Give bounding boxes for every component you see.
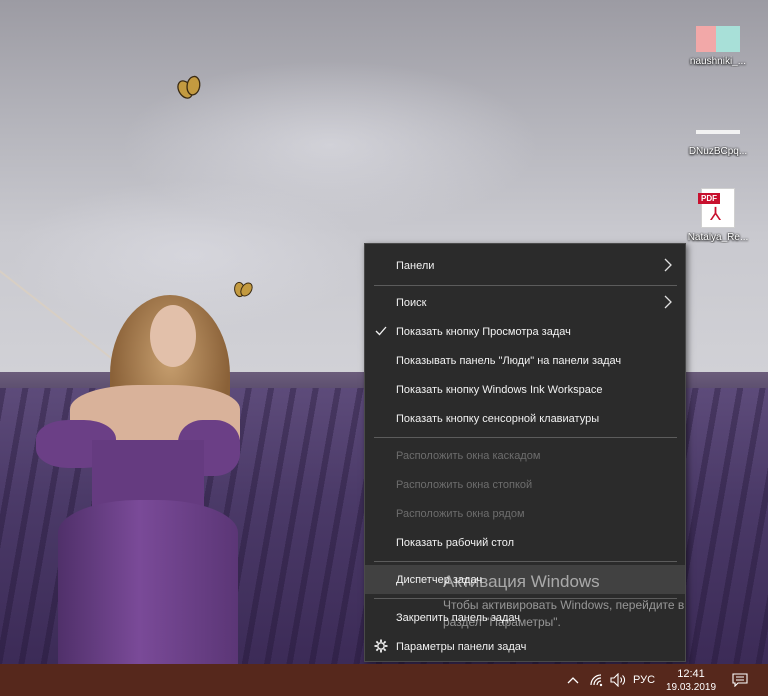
desktop-icon-label: Natalya_Re... [687,232,749,243]
gear-icon [374,639,388,653]
menu-item-label: Показать кнопку сенсорной клавиатуры [396,412,600,425]
activation-watermark-line: Чтобы активировать Windows, перейдите в [443,598,685,612]
menu-item-label: Показывать панель "Люди" на панели задач [396,354,622,367]
menu-item-taskbar-settings[interactable]: Параметры панели задач [365,632,685,661]
image-file-icon [696,26,740,52]
menu-item-label: Показать кнопку Просмотра задач [396,325,571,338]
menu-item-search[interactable]: Поиск [365,288,685,317]
image-file-icon [696,130,740,134]
chevron-up-icon [567,677,579,684]
menu-item-label: Показать кнопку Windows Ink Workspace [396,383,603,396]
network-button[interactable] [587,664,607,696]
input-language-label: РУС [632,674,656,686]
menu-item-show-desktop[interactable]: Показать рабочий стол [365,528,685,557]
action-center-button[interactable] [730,664,750,696]
menu-item-touch-keyboard[interactable]: Показать кнопку сенсорной клавиатуры [365,404,685,433]
checkmark-icon [375,326,387,336]
menu-item-label: Показать рабочий стол [396,536,515,549]
menu-item-label: Расположить окна стопкой [396,478,533,491]
girl-face [150,305,196,367]
menu-item-label: Параметры панели задач [396,640,527,653]
menu-item-side-by-side[interactable]: Расположить окна рядом [365,499,685,528]
menu-separator [374,285,677,286]
menu-separator [374,437,677,438]
menu-separator [374,561,677,562]
acrobat-icon: ⅄ [710,204,721,224]
menu-item-task-view-button[interactable]: Показать кнопку Просмотра задач [365,317,685,346]
desktop-icon-label: naushniki_... [689,56,747,67]
girl-dress-skirt [58,500,238,664]
activation-watermark-line: раздел "Параметры". [443,615,561,629]
menu-item-label: Расположить окна рядом [396,507,525,520]
menu-item-label: Панели [396,259,435,272]
menu-item-toolbars[interactable]: Панели [365,251,685,280]
menu-item-people-bar[interactable]: Показывать панель "Люди" на панели задач [365,346,685,375]
chevron-right-icon [664,258,672,272]
clock-time: 12:41 [677,668,705,680]
menu-item-label: Поиск [396,296,427,309]
menu-item-label: Расположить окна каскадом [396,449,541,462]
desktop-icon-pdf[interactable]: PDF ⅄ Natalya_Re... [684,188,752,243]
show-hidden-icons-button[interactable] [563,664,583,696]
menu-item-stack-windows[interactable]: Расположить окна стопкой [365,470,685,499]
notification-icon [732,673,748,687]
taskbar-clock[interactable]: 12:41 19.03.2019 [660,664,722,696]
speaker-icon [610,673,625,687]
volume-button[interactable] [608,664,628,696]
menu-item-cascade-windows[interactable]: Расположить окна каскадом [365,441,685,470]
wifi-icon [590,674,603,687]
activation-watermark-title: Активация Windows [443,572,600,591]
taskbar[interactable]: РУС 12:41 19.03.2019 [0,664,768,696]
desktop-icon-image[interactable]: naushniki_... [684,26,752,67]
clock-date: 19.03.2019 [665,682,717,693]
pdf-tag: PDF [698,193,720,204]
desktop-icon-image[interactable]: DNuzBCpq... [684,116,752,157]
pdf-file-icon: PDF ⅄ [698,188,735,228]
input-language-button[interactable]: РУС [630,664,658,696]
activation-watermark-text: Чтобы активировать Windows, перейдите в … [443,597,743,631]
menu-item-windows-ink[interactable]: Показать кнопку Windows Ink Workspace [365,375,685,404]
butterfly-icon [234,282,252,296]
desktop-icon-label: DNuzBCpq... [688,146,748,157]
chevron-right-icon [664,295,672,309]
